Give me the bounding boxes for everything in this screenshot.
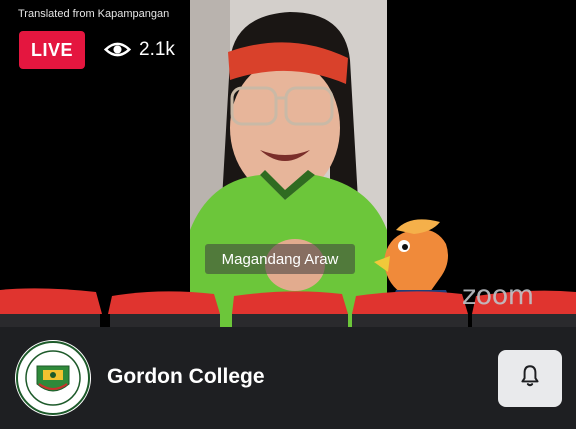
live-badge: LIVE: [19, 31, 85, 69]
video-area[interactable]: Magandang Araw zoom Translated from Kapa…: [0, 0, 576, 327]
viewer-counter: 2.1k: [104, 36, 175, 63]
eye-icon: [104, 36, 131, 63]
video-feed: [190, 0, 387, 327]
notify-button[interactable]: [498, 350, 562, 407]
translation-note: Translated from Kapampangan: [18, 8, 170, 20]
zoom-watermark: zoom: [462, 280, 534, 311]
gordon-college-seal-icon[interactable]: [15, 340, 91, 416]
viewer-count: 2.1k: [139, 38, 175, 60]
channel-name[interactable]: Gordon College: [107, 365, 265, 389]
video-caption: Magandang Araw: [205, 244, 355, 274]
bell-icon: [517, 363, 543, 394]
